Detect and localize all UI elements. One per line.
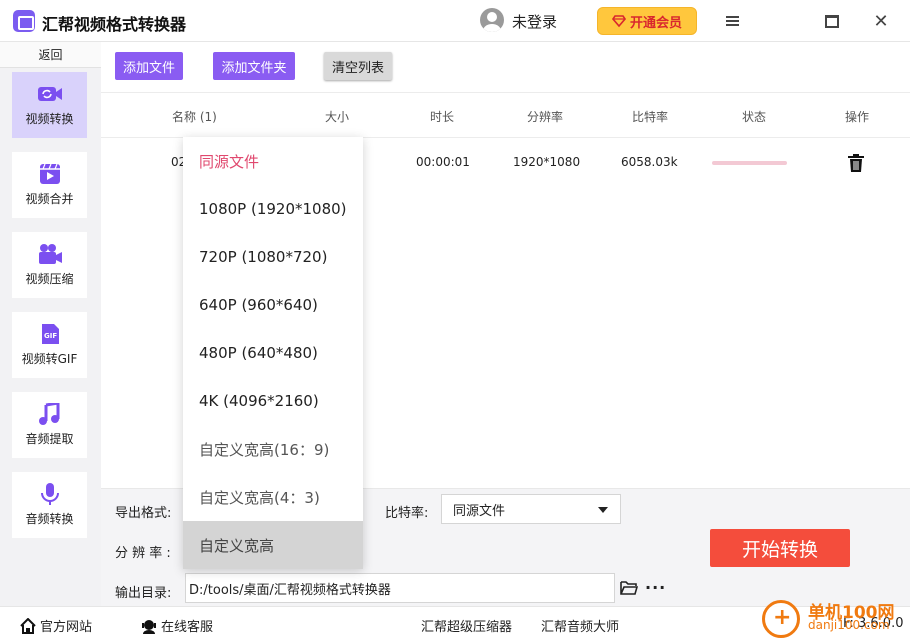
online-service-link[interactable]: 在线客服 <box>141 616 213 635</box>
dropdown-arrow-icon <box>598 507 608 513</box>
add-folder-button[interactable]: 添加文件夹 <box>213 52 295 80</box>
resolution-option-source[interactable]: 同源文件 <box>183 137 363 185</box>
resolution-option-custom-16-9[interactable]: 自定义宽高(16：9) <box>183 425 363 473</box>
video-convert-icon <box>37 83 63 105</box>
bitrate-select-value: 同源文件 <box>453 503 506 519</box>
sidebar-item-audio-convert[interactable]: 音频转换 <box>12 472 87 538</box>
maximize-icon[interactable] <box>821 10 843 32</box>
headset-icon <box>142 619 156 634</box>
app-logo-icon <box>13 10 35 32</box>
video-merge-icon <box>37 163 63 185</box>
sidebar-item-video-gif[interactable]: GIF 视频转GIF <box>12 312 87 378</box>
folder-open-icon[interactable] <box>620 580 639 595</box>
app-title: 汇帮视频格式转换器 <box>42 15 187 34</box>
table-header: 名称 (1) 大小 时长 分辨率 比特率 状态 操作 <box>101 92 910 138</box>
bitrate-select[interactable]: 同源文件 <box>441 494 621 524</box>
trash-icon[interactable] <box>848 154 864 172</box>
sidebar-item-video-compress[interactable]: 视频压缩 <box>12 232 87 298</box>
user-avatar-icon[interactable] <box>480 8 504 32</box>
resolution-label: 分 辨 率 : <box>115 546 171 561</box>
bitrate-label: 比特率: <box>385 506 429 521</box>
resolution-option-custom-4-3[interactable]: 自定义宽高(4：3) <box>183 473 363 521</box>
sidebar-item-label: 视频转GIF <box>21 352 78 366</box>
status-progress-bar <box>712 161 787 165</box>
gif-icon: GIF <box>37 323 63 345</box>
sidebar-item-label: 音频提取 <box>25 432 74 446</box>
resolution-option-480p[interactable]: 480P (640*480) <box>183 329 363 377</box>
video-compress-icon <box>37 243 63 265</box>
column-header-resolution: 分辨率 <box>527 110 564 124</box>
resolution-option-1080p[interactable]: 1080P (1920*1080) <box>183 185 363 233</box>
sidebar-item-video-merge[interactable]: 视频合并 <box>12 152 87 218</box>
watermark-site-url: danji100.com <box>808 618 890 632</box>
svg-text:GIF: GIF <box>44 332 57 340</box>
official-website-link[interactable]: 官方网站 <box>20 616 92 635</box>
output-path-field[interactable]: D:/tools/桌面/汇帮视频格式转换器 <box>185 573 615 603</box>
add-file-button[interactable]: 添加文件 <box>115 52 183 80</box>
vip-label: 开通会员 <box>629 15 682 31</box>
more-options-icon[interactable]: ··· <box>645 578 666 597</box>
sidebar-item-audio-extract[interactable]: 音频提取 <box>12 392 87 458</box>
column-header-bitrate: 比特率 <box>632 110 669 124</box>
resolution-option-720p[interactable]: 720P (1080*720) <box>183 233 363 281</box>
resolution-dropdown-menu: 同源文件 1080P (1920*1080) 720P (1080*720) 6… <box>183 137 363 569</box>
site-watermark: 单机100网 danji100.com <box>760 596 910 640</box>
compressor-link[interactable]: 汇帮超级压缩器 <box>421 616 512 635</box>
clear-list-button[interactable]: 清空列表 <box>324 52 392 80</box>
resolution-option-640p[interactable]: 640P (960*640) <box>183 281 363 329</box>
online-service-label: 在线客服 <box>161 620 214 635</box>
column-header-name[interactable]: 名称 (1) <box>172 108 217 125</box>
column-header-duration: 时长 <box>430 110 455 124</box>
column-header-size: 大小 <box>325 110 350 124</box>
back-button[interactable]: 返回 <box>0 42 101 68</box>
cell-resolution: 1920*1080 <box>513 155 581 169</box>
start-convert-button[interactable]: 开始转换 <box>710 529 850 567</box>
resolution-option-4k[interactable]: 4K (4096*2160) <box>183 377 363 425</box>
close-icon[interactable]: ✕ <box>870 10 892 32</box>
vip-button[interactable]: 开通会员 <box>597 7 697 35</box>
official-website-label: 官方网站 <box>40 620 93 635</box>
menu-icon[interactable] <box>721 10 743 32</box>
resolution-option-custom[interactable]: 自定义宽高 <box>183 521 363 569</box>
music-note-icon <box>37 401 63 425</box>
sidebar-item-label: 视频压缩 <box>25 272 74 286</box>
cell-bitrate: 6058.03k <box>621 155 678 169</box>
audio-master-link[interactable]: 汇帮音频大师 <box>541 616 619 635</box>
title-bar: 汇帮视频格式转换器 未登录 开通会员 ✕ <box>0 0 910 42</box>
format-label: 导出格式: <box>115 506 172 521</box>
app-window: 汇帮视频格式转换器 未登录 开通会员 ✕ 返回 视频转换 视频合并 视频压缩 G… <box>0 0 910 640</box>
cell-duration: 00:00:01 <box>416 155 470 169</box>
watermark-logo-icon <box>762 600 800 638</box>
column-header-status: 状态 <box>742 110 767 124</box>
diamond-icon <box>611 14 626 28</box>
sidebar: 返回 视频转换 视频合并 视频压缩 GIF 视频转GIF 音频提取 音频转换 <box>0 42 101 606</box>
toolbar: 添加文件 添加文件夹 清空列表 <box>101 42 910 92</box>
column-header-actions: 操作 <box>845 110 870 124</box>
microphone-icon <box>37 483 63 505</box>
sidebar-item-label: 音频转换 <box>25 512 74 526</box>
home-icon <box>20 617 36 634</box>
login-label[interactable]: 未登录 <box>512 11 557 32</box>
sidebar-item-video-convert[interactable]: 视频转换 <box>12 72 87 138</box>
output-dir-label: 输出目录: <box>115 586 172 601</box>
sidebar-item-label: 视频转换 <box>25 112 74 126</box>
sidebar-item-label: 视频合并 <box>25 192 74 206</box>
